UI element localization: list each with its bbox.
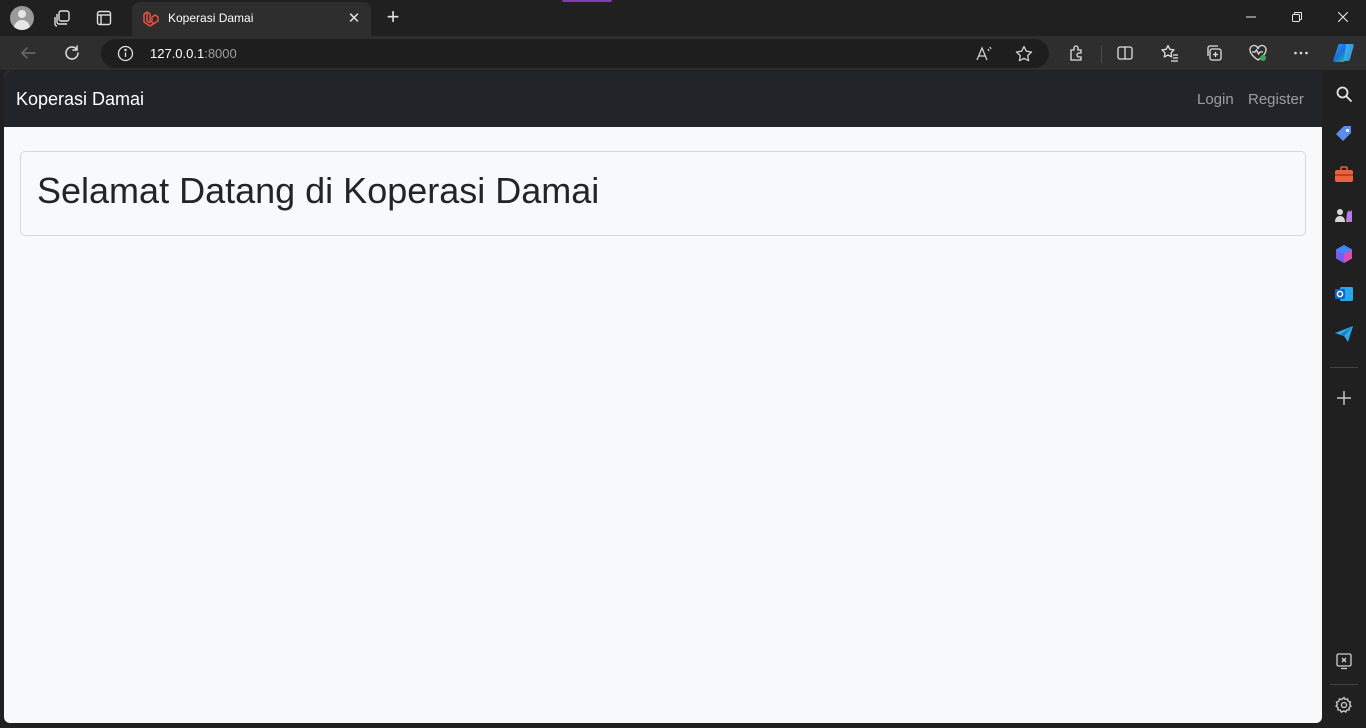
close-icon[interactable]: ✕ — [343, 7, 365, 29]
games-icon[interactable] — [1332, 202, 1356, 226]
favorite-star-icon[interactable] — [1013, 43, 1035, 65]
settings-icon[interactable] — [1332, 693, 1356, 717]
accent-line — [562, 0, 612, 2]
add-icon[interactable] — [1332, 386, 1356, 410]
navbar-brand[interactable]: Koperasi Damai — [16, 89, 144, 110]
new-tab-icon[interactable]: + — [380, 4, 406, 30]
sidebar-separator-bottom — [1330, 684, 1358, 685]
edge-sidebar — [1322, 70, 1366, 728]
address-bar[interactable]: 127.0.0.1:8000 — [101, 39, 1049, 68]
shopping-icon[interactable] — [1332, 122, 1356, 146]
browser-essentials-icon[interactable] — [1244, 39, 1272, 67]
active-tab[interactable]: Koperasi Damai ✕ — [132, 2, 371, 36]
copilot-icon[interactable] — [1330, 39, 1358, 67]
browser-toolbar: 127.0.0.1:8000 — [0, 36, 1366, 70]
tab-actions-icon[interactable] — [90, 4, 118, 32]
url-text: 127.0.0.1:8000 — [150, 46, 237, 61]
split-screen-icon[interactable] — [1111, 39, 1139, 67]
restore-button[interactable] — [1274, 0, 1320, 34]
sidebar-separator — [1330, 367, 1358, 368]
screenshot-icon[interactable] — [1332, 649, 1356, 673]
read-aloud-icon[interactable] — [973, 43, 995, 65]
tab-title: Koperasi Damai — [168, 11, 254, 25]
search-icon[interactable] — [1332, 82, 1356, 106]
profile-avatar-icon[interactable] — [10, 6, 34, 30]
info-icon[interactable] — [117, 45, 134, 62]
navbar: Koperasi Damai Login Register — [4, 71, 1322, 127]
back-icon[interactable] — [14, 39, 42, 67]
office-icon[interactable] — [1332, 242, 1356, 266]
workspaces-icon[interactable] — [48, 4, 76, 32]
more-icon[interactable] — [1287, 39, 1315, 67]
close-window-button[interactable] — [1320, 0, 1366, 34]
tab-strip: Koperasi Damai ✕ + — [0, 0, 1366, 36]
outlook-icon[interactable] — [1332, 282, 1356, 306]
send-icon[interactable] — [1332, 322, 1356, 346]
register-link[interactable]: Register — [1248, 91, 1304, 108]
favorites-icon[interactable] — [1156, 39, 1184, 67]
tools-icon[interactable] — [1332, 162, 1356, 186]
toolbar-separator — [1101, 45, 1102, 63]
collections-icon[interactable] — [1200, 39, 1228, 67]
login-link[interactable]: Login — [1197, 91, 1234, 108]
welcome-card: Selamat Datang di Koperasi Damai — [20, 151, 1306, 236]
minimize-button[interactable] — [1228, 0, 1274, 34]
extensions-icon[interactable] — [1063, 39, 1091, 67]
laravel-favicon-icon — [142, 10, 160, 28]
page-viewport: Koperasi Damai Login Register Selamat Da… — [4, 71, 1322, 723]
refresh-icon[interactable] — [58, 39, 86, 67]
welcome-heading: Selamat Datang di Koperasi Damai — [37, 170, 600, 211]
